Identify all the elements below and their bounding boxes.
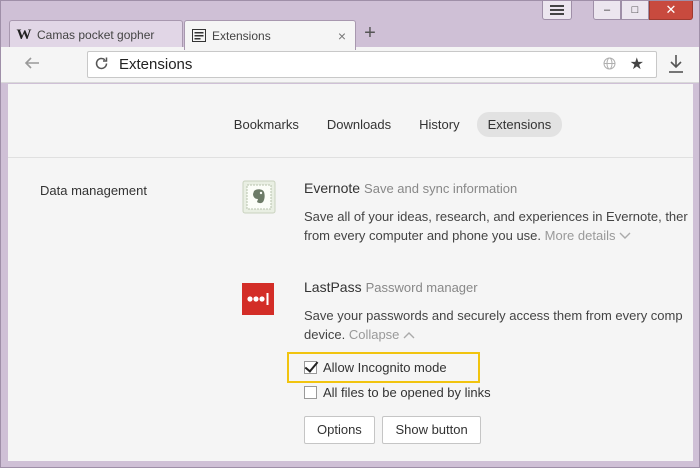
nav-extensions[interactable]: Extensions	[476, 112, 563, 137]
reload-icon[interactable]	[94, 56, 110, 72]
extensions-icon	[191, 28, 207, 44]
collapse-link[interactable]: Collapse	[349, 327, 400, 342]
tab-camas-pocket-gopher[interactable]: W Camas pocket gopher	[9, 20, 183, 49]
extension-description: Save all of your ideas, research, and ex…	[304, 207, 693, 247]
option-label: All files to be opened by links	[323, 384, 491, 400]
scrollbar[interactable]	[687, 84, 693, 461]
window-controls: – □ ✕	[593, 1, 693, 20]
address-bar[interactable]: Extensions ★	[87, 51, 657, 78]
star-icon[interactable]: ★	[630, 54, 644, 74]
globe-icon[interactable]	[603, 57, 616, 73]
description-line: Save your passwords and securely access …	[304, 308, 683, 323]
close-tab-icon[interactable]: ×	[335, 28, 349, 44]
extension-lastpass: LastPass Password manager Save your passw…	[242, 279, 693, 449]
description-text: device.	[304, 327, 346, 342]
menu-button[interactable]	[542, 1, 572, 20]
description-line-2: device. Collapse	[304, 325, 693, 346]
options-button[interactable]: Options	[304, 416, 375, 444]
extension-body: LastPass Password manager Save your passw…	[287, 279, 693, 444]
extension-title: Evernote Save and sync information	[304, 180, 693, 196]
extensions-page: Bookmarks Downloads History Extensions D…	[8, 84, 693, 461]
close-window-button[interactable]: ✕	[649, 1, 693, 20]
description-line: Save all of your ideas, research, and ex…	[304, 209, 688, 224]
lastpass-icon	[242, 283, 276, 317]
menu-icon	[550, 3, 564, 18]
extension-subtitle: Password manager	[365, 280, 478, 295]
more-details-link[interactable]: More details	[545, 228, 616, 243]
settings-nav: Bookmarks Downloads History Extensions	[8, 112, 693, 137]
divider	[8, 157, 693, 158]
extension-buttons: Options Show button	[304, 416, 693, 444]
extension-name: Evernote	[304, 180, 361, 196]
chevron-down-icon[interactable]	[619, 228, 631, 247]
extension-title: LastPass Password manager	[304, 279, 693, 295]
description-line-2: from every computer and phone you use. M…	[304, 226, 693, 247]
section-label: Data management	[40, 183, 147, 198]
allow-incognito-checkbox[interactable]	[304, 360, 317, 374]
show-button-button[interactable]: Show button	[382, 416, 481, 444]
browser-window: W Camas pocket gopher Extensions × + – □…	[0, 0, 700, 468]
description-text: from every computer and phone you use.	[304, 228, 542, 243]
extension-description: Save your passwords and securely access …	[304, 306, 693, 346]
extension-options: Allow Incognito mode All files to be ope…	[287, 352, 693, 444]
tab-title: Camas pocket gopher	[37, 28, 155, 42]
allow-incognito-option[interactable]: Allow Incognito mode	[287, 352, 693, 383]
evernote-icon	[242, 180, 276, 214]
new-tab-button[interactable]: +	[358, 23, 382, 45]
chevron-up-icon[interactable]	[403, 327, 415, 346]
all-files-checkbox[interactable]	[304, 385, 317, 399]
wikipedia-icon: W	[16, 26, 32, 43]
extension-body: Evernote Save and sync information Save a…	[304, 180, 693, 247]
tab-extensions[interactable]: Extensions ×	[184, 20, 356, 50]
minimize-button[interactable]: –	[593, 1, 621, 20]
nav-downloads[interactable]: Downloads	[316, 112, 402, 137]
extension-name: LastPass	[304, 279, 362, 295]
all-files-option[interactable]: All files to be opened by links	[304, 381, 693, 403]
back-icon[interactable]	[23, 54, 45, 76]
nav-history[interactable]: History	[408, 112, 470, 137]
nav-bookmarks[interactable]: Bookmarks	[223, 112, 310, 137]
url-text: Extensions	[119, 56, 193, 73]
toolbar: Extensions ★	[1, 47, 699, 83]
download-icon[interactable]	[667, 54, 687, 76]
tab-strip: W Camas pocket gopher Extensions × + – □…	[1, 1, 699, 50]
extension-subtitle: Save and sync information	[364, 181, 518, 196]
restore-button[interactable]: □	[621, 1, 649, 20]
tab-title: Extensions	[212, 28, 271, 43]
extension-evernote: Evernote Save and sync information Save a…	[242, 180, 693, 250]
